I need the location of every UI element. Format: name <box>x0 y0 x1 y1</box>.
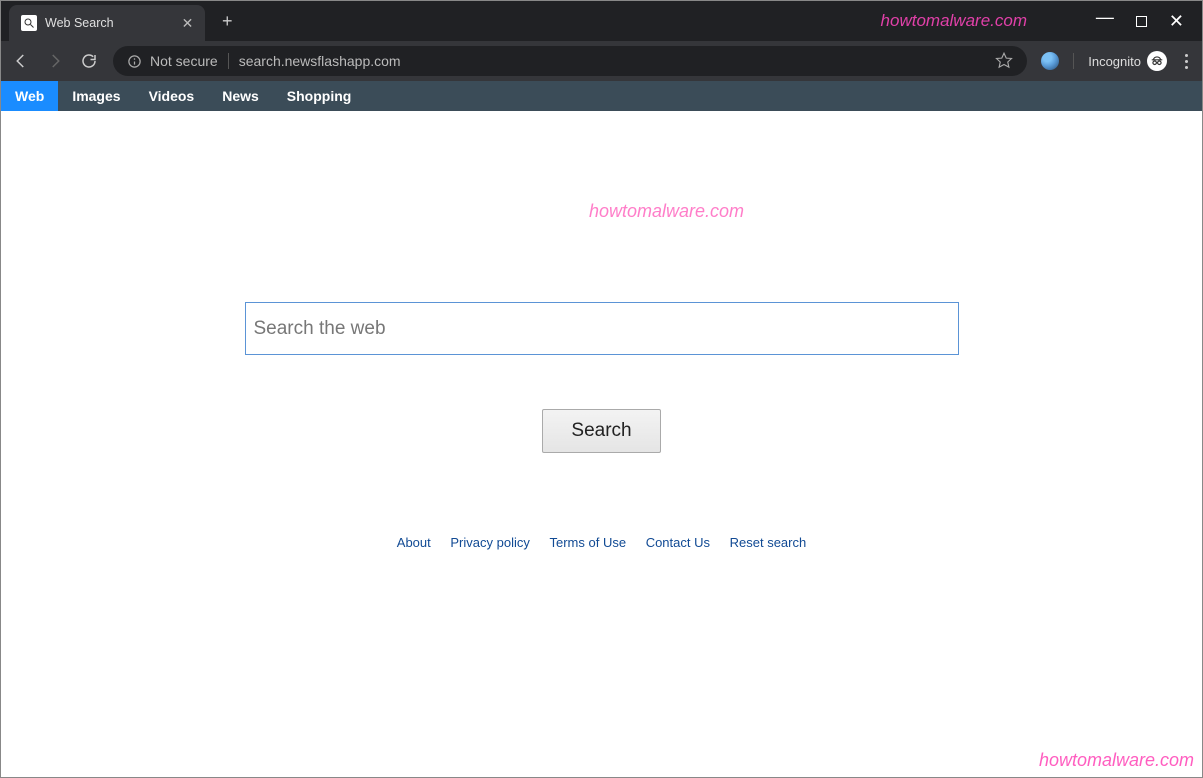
window-titlebar: Web Search ✕ + howtomalware.com — ✕ <box>1 1 1202 41</box>
maximize-button[interactable] <box>1136 16 1147 27</box>
footer-links: About Privacy policy Terms of Use Contac… <box>1 535 1202 550</box>
footer-link-contact[interactable]: Contact Us <box>646 535 710 550</box>
bookmark-star-icon[interactable] <box>995 51 1013 72</box>
separator <box>228 53 229 69</box>
incognito-indicator: Incognito <box>1088 51 1167 71</box>
address-bar: Not secure search.newsflashapp.com Incog… <box>1 41 1202 81</box>
watermark-text: howtomalware.com <box>131 201 1202 222</box>
close-window-button[interactable]: ✕ <box>1169 11 1184 32</box>
incognito-icon <box>1147 51 1167 71</box>
nav-tab-images[interactable]: Images <box>58 81 134 111</box>
footer-link-terms[interactable]: Terms of Use <box>549 535 626 550</box>
nav-tab-web[interactable]: Web <box>1 81 58 111</box>
close-tab-button[interactable]: ✕ <box>182 15 194 32</box>
reload-button[interactable] <box>79 51 99 71</box>
security-indicator[interactable]: Not secure <box>127 53 218 69</box>
incognito-label: Incognito <box>1088 54 1141 69</box>
nav-tab-news[interactable]: News <box>208 81 273 111</box>
footer-link-about[interactable]: About <box>397 535 431 550</box>
search-category-tabs: Web Images Videos News Shopping <box>1 81 1202 111</box>
footer-link-privacy[interactable]: Privacy policy <box>450 535 529 550</box>
info-icon <box>127 54 142 69</box>
nav-tab-videos[interactable]: Videos <box>135 81 209 111</box>
nav-tab-shopping[interactable]: Shopping <box>273 81 366 111</box>
forward-button[interactable] <box>45 51 65 71</box>
search-input[interactable] <box>245 302 959 355</box>
window-controls: — ✕ <box>1078 1 1202 41</box>
browser-tab[interactable]: Web Search ✕ <box>9 5 205 41</box>
extension-icon[interactable] <box>1041 52 1059 70</box>
minimize-button[interactable]: — <box>1096 7 1114 28</box>
footer-link-reset-search[interactable]: Reset search <box>730 535 807 550</box>
page-content: howtomalware.com Search About Privacy po… <box>1 111 1202 777</box>
watermark-text: howtomalware.com <box>881 11 1027 31</box>
tab-title: Web Search <box>45 16 114 30</box>
tab-favicon <box>21 15 37 31</box>
chrome-menu-button[interactable] <box>1181 54 1192 69</box>
omnibox[interactable]: Not secure search.newsflashapp.com <box>113 46 1027 76</box>
search-button[interactable]: Search <box>542 409 660 453</box>
back-button[interactable] <box>11 51 31 71</box>
new-tab-button[interactable]: + <box>213 7 241 35</box>
separator <box>1073 53 1074 69</box>
url-text: search.newsflashapp.com <box>239 53 401 69</box>
security-label: Not secure <box>150 53 218 69</box>
watermark-text: howtomalware.com <box>1039 750 1194 771</box>
